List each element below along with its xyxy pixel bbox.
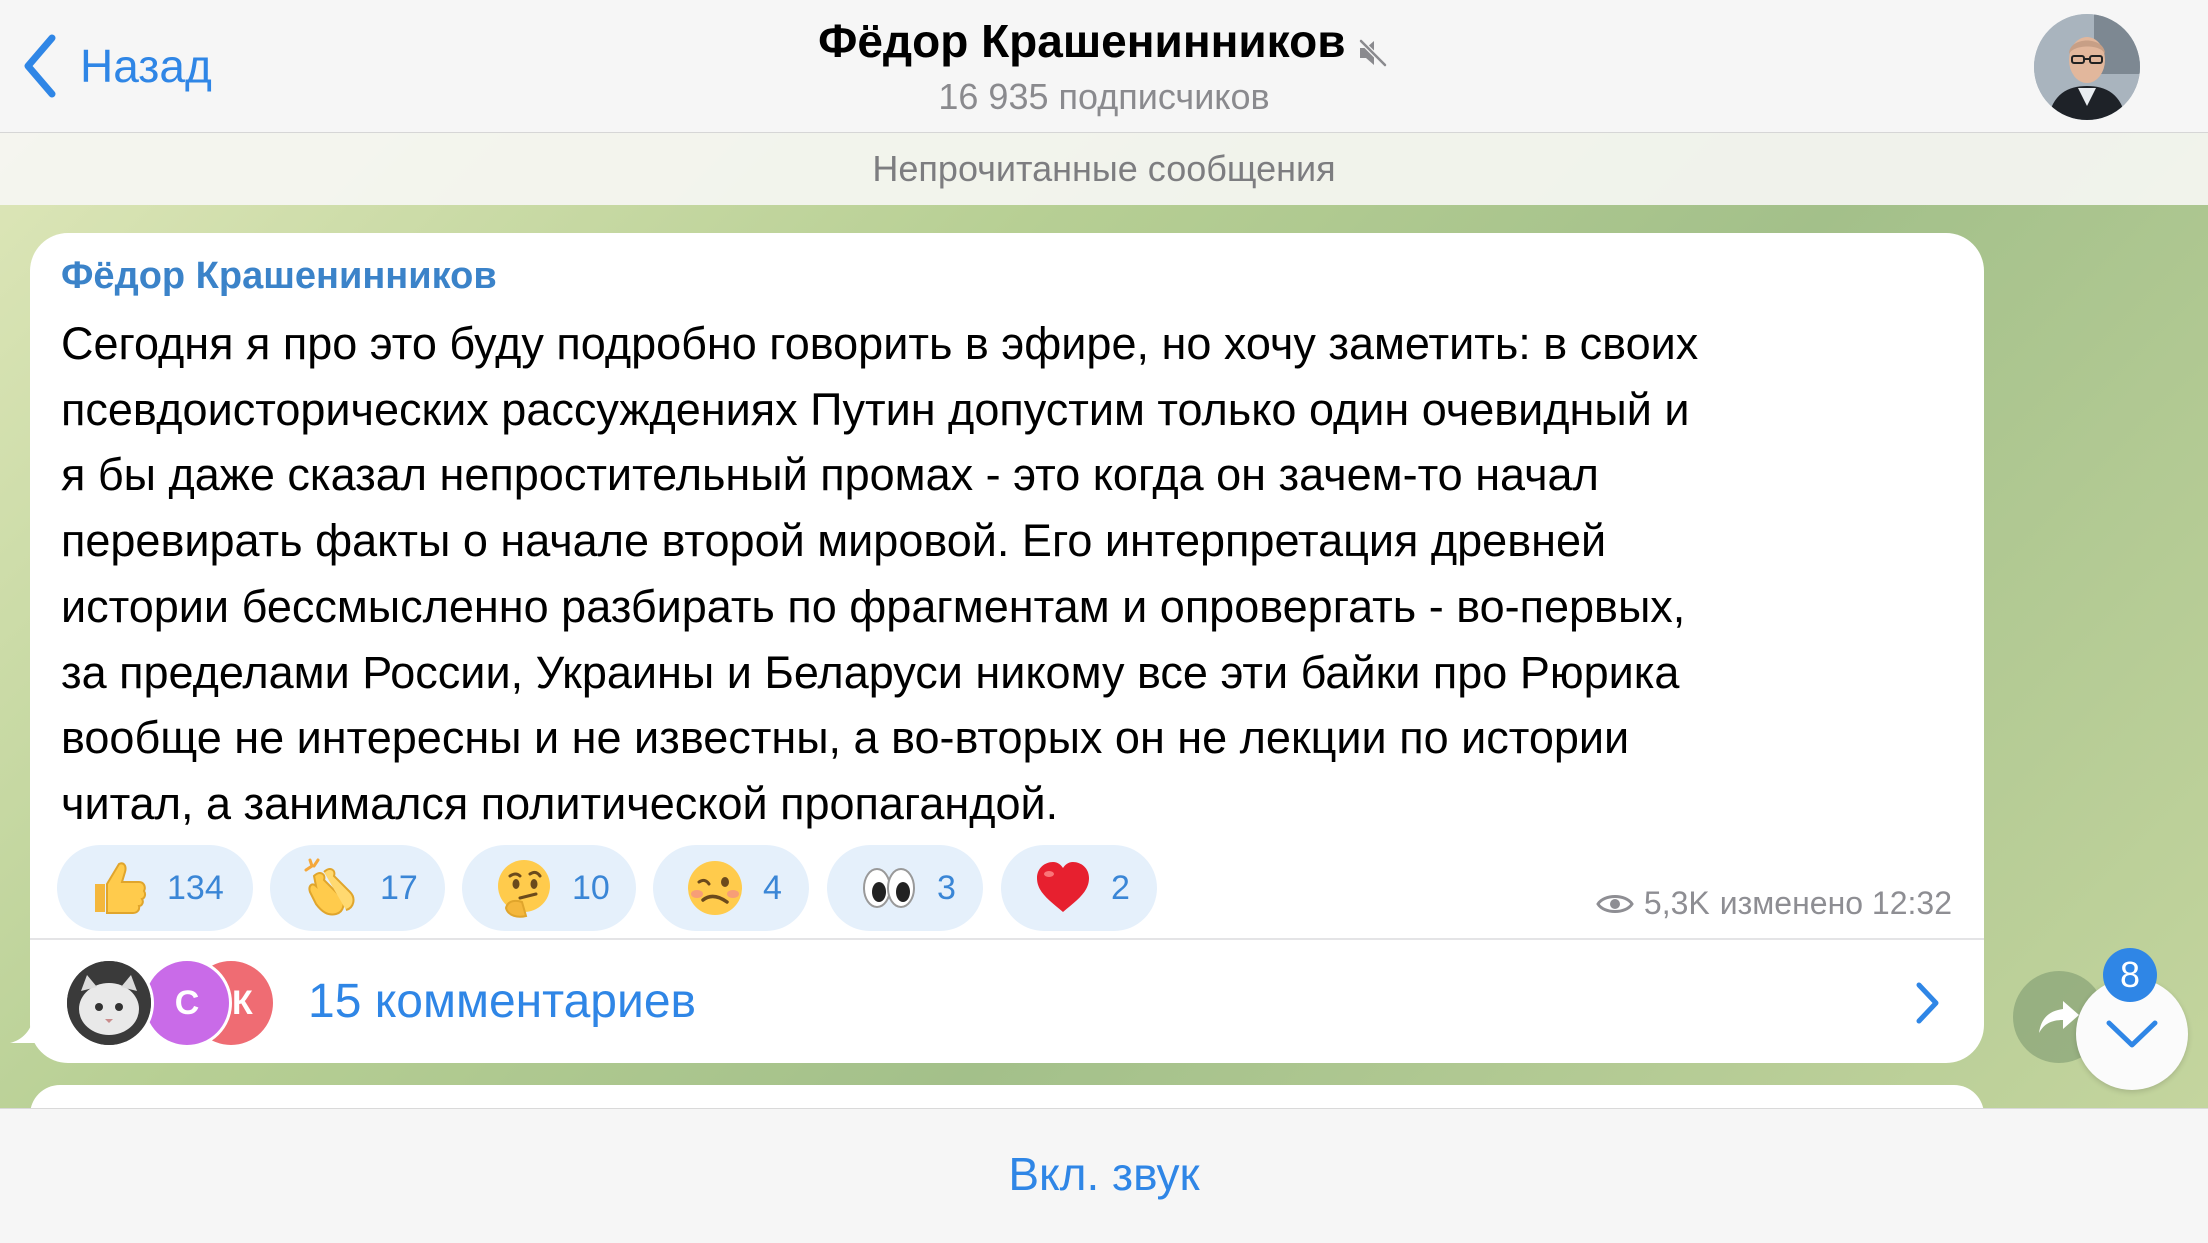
bottom-bar: Вкл. звук bbox=[0, 1108, 2208, 1243]
commenter-avatar bbox=[64, 958, 154, 1048]
message-text-line: за пределами России, Украины и Беларуси … bbox=[61, 646, 1680, 698]
next-message-bubble[interactable] bbox=[30, 1085, 1984, 1108]
woozy-face-icon bbox=[688, 861, 742, 915]
cat-photo-icon bbox=[67, 961, 151, 1045]
message-meta: 5,3K изменено 12:32 bbox=[1596, 885, 1952, 922]
channel-info[interactable]: Фёдор Крашенинников 16 935 подписчиков bbox=[0, 14, 2208, 118]
reaction-count: 2 bbox=[1111, 868, 1130, 907]
commenter-avatar: С bbox=[142, 958, 232, 1048]
channel-avatar[interactable] bbox=[2034, 14, 2140, 120]
unread-divider: Непрочитанные сообщения bbox=[0, 133, 2208, 205]
views-eye-icon bbox=[1596, 894, 1634, 913]
share-arrow-icon bbox=[2039, 1001, 2079, 1033]
reaction-woozy-face[interactable]: 4 bbox=[653, 845, 809, 931]
unmute-button[interactable]: Вкл. звук bbox=[0, 1147, 2208, 1201]
unread-count-badge: 8 bbox=[2103, 948, 2157, 1002]
reaction-count: 17 bbox=[380, 868, 418, 907]
person-avatar-icon bbox=[2034, 14, 2140, 120]
chat-header: Назад Фёдор Крашенинников 16 935 подписч… bbox=[0, 0, 2208, 133]
eyes-icon bbox=[863, 868, 915, 908]
reaction-count: 134 bbox=[167, 868, 224, 907]
reaction-red-heart[interactable]: 2 bbox=[1001, 845, 1157, 931]
message-sender: Фёдор Крашенинников bbox=[61, 255, 497, 297]
comments-count-label: 15 комментариев bbox=[308, 975, 697, 1028]
bubble-tail bbox=[10, 1003, 50, 1043]
message-text-line: перевирать факты о начале второй мировой… bbox=[61, 515, 1607, 567]
message-text-line: вообще не интересны и не известны, а во-… bbox=[61, 712, 1630, 764]
chat-area[interactable]: Непрочитанные сообщения Фёдор Крашенинни… bbox=[0, 133, 2208, 1108]
view-count: 5,3K bbox=[1643, 885, 1710, 921]
message-text-line: псевдоисторических рассуждениях Путин до… bbox=[61, 383, 1690, 435]
message-text-line: Сегодня я про это буду подробно говорить… bbox=[61, 318, 1699, 369]
message-bubble[interactable]: Фёдор Крашенинников Сегодня я про это бу… bbox=[30, 233, 1984, 1063]
message-text-line: читал, а занимался политической пропаган… bbox=[61, 777, 1059, 829]
reaction-thumbs-up[interactable]: 134 bbox=[57, 845, 253, 931]
clapping-hands-icon bbox=[304, 858, 355, 916]
reaction-clapping-hands[interactable]: 17 bbox=[270, 845, 445, 931]
thumbs-up-icon bbox=[95, 862, 147, 914]
thinking-face-icon bbox=[498, 860, 550, 918]
reaction-eyes[interactable]: 3 bbox=[827, 845, 983, 931]
muted-speaker-icon bbox=[1357, 36, 1389, 69]
message-text-line: истории бессмысленно разбирать по фрагме… bbox=[61, 580, 1686, 632]
subscriber-count: 16 935 подписчиков bbox=[938, 75, 1270, 117]
reaction-thinking-face[interactable]: 10 bbox=[462, 845, 636, 931]
message-text-line: я бы даже сказал непростительный промах … bbox=[61, 449, 1599, 501]
comments-button[interactable]: ЕК С 15 комментариев bbox=[30, 941, 1984, 1063]
chevron-down-icon bbox=[2106, 1020, 2158, 1048]
chevron-right-icon bbox=[1916, 982, 1939, 1024]
message-text: Сегодня я про это буду подробно говорить… bbox=[61, 311, 1981, 837]
edited-timestamp: изменено 12:32 bbox=[1719, 885, 1952, 921]
reaction-count: 10 bbox=[572, 868, 610, 907]
reaction-count: 4 bbox=[763, 868, 782, 907]
red-heart-icon bbox=[1037, 862, 1089, 912]
comments-divider bbox=[30, 938, 1984, 940]
reaction-count: 3 bbox=[937, 868, 956, 907]
channel-title: Фёдор Крашенинников bbox=[818, 15, 1346, 67]
